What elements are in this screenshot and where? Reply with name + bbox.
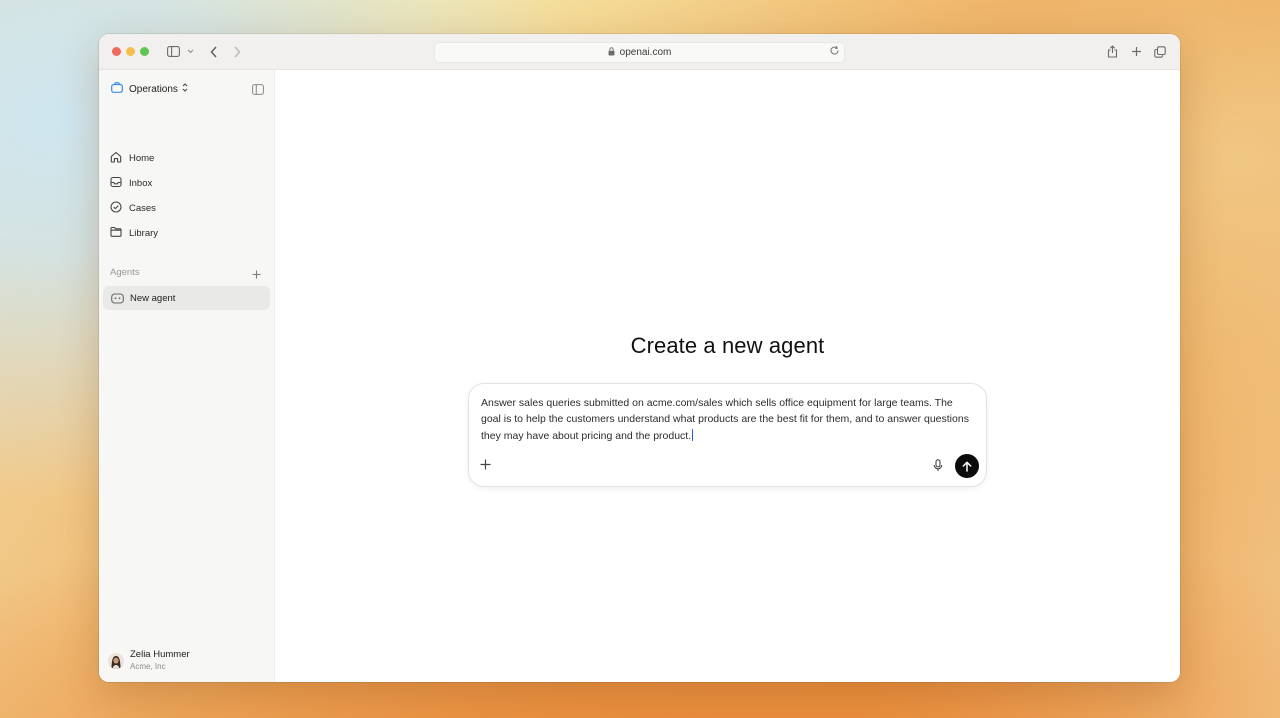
sidebar-toggle-icon[interactable] [165, 43, 181, 60]
collapse-sidebar-icon[interactable] [252, 82, 264, 100]
text-caret [692, 428, 694, 441]
forward-arrow-icon[interactable] [230, 43, 244, 60]
sidebar-item-new-agent[interactable]: New agent [103, 286, 270, 310]
share-icon[interactable] [1105, 43, 1119, 60]
sidebar-item-label: Library [129, 227, 159, 239]
user-name: Zelia Hummer [130, 649, 190, 660]
chevron-updown-icon [182, 83, 188, 95]
address-bar[interactable]: openai.com [434, 42, 845, 63]
agent-prompt-composer[interactable]: Answer sales queries submitted on acme.c… [468, 383, 987, 487]
sidebar-item-label: Home [129, 152, 155, 164]
sidebar-item-inbox[interactable]: Inbox [110, 175, 152, 191]
workspace-name: Operations [129, 83, 178, 95]
sidebar-item-home[interactable]: Home [110, 150, 154, 166]
reload-icon[interactable] [829, 45, 840, 59]
attach-plus-icon[interactable] [479, 458, 492, 476]
avatar [108, 652, 124, 669]
browser-window: openai.com Operations Home Inbox Cases L… [99, 34, 1180, 682]
user-profile[interactable]: Zelia Hummer Acme, Inc [108, 649, 190, 672]
url-text: openai.com [619, 47, 672, 58]
briefcase-icon [111, 82, 123, 96]
prompt-input-value: Answer sales queries submitted on acme.c… [481, 397, 969, 442]
lock-icon [608, 46, 615, 59]
chevron-down-icon[interactable] [185, 43, 195, 60]
folder-icon [110, 226, 122, 240]
minimize-window-button[interactable] [126, 47, 135, 56]
check-circle-icon [110, 200, 122, 216]
home-icon [110, 151, 122, 166]
back-arrow-icon[interactable] [207, 43, 221, 60]
send-button[interactable] [955, 454, 979, 478]
user-organization: Acme, Inc [130, 662, 166, 671]
tab-overview-icon[interactable] [1153, 43, 1167, 60]
sidebar: Operations Home Inbox Cases Library Agen… [99, 70, 275, 682]
prompt-input[interactable]: Answer sales queries submitted on acme.c… [481, 395, 971, 444]
new-tab-plus-icon[interactable] [1129, 43, 1143, 60]
sidebar-item-label: Inbox [129, 177, 153, 189]
agent-item-label: New agent [130, 292, 176, 304]
bot-icon [111, 292, 124, 304]
page-title: Create a new agent [630, 333, 825, 358]
sidebar-item-library[interactable]: Library [110, 225, 158, 241]
workspace-switcher[interactable]: Operations [111, 82, 188, 96]
close-window-button[interactable] [112, 47, 121, 56]
microphone-icon[interactable] [933, 459, 943, 477]
agents-section-label: Agents [110, 267, 140, 278]
inbox-icon [110, 176, 122, 191]
sidebar-item-label: Cases [129, 202, 156, 214]
sidebar-item-cases[interactable]: Cases [110, 200, 156, 216]
add-agent-plus-icon[interactable] [252, 266, 261, 284]
main-content: Create a new agent Answer sales queries … [275, 70, 1180, 682]
browser-titlebar: openai.com [99, 34, 1180, 70]
arrow-up-icon [962, 461, 972, 472]
maximize-window-button[interactable] [140, 47, 149, 56]
